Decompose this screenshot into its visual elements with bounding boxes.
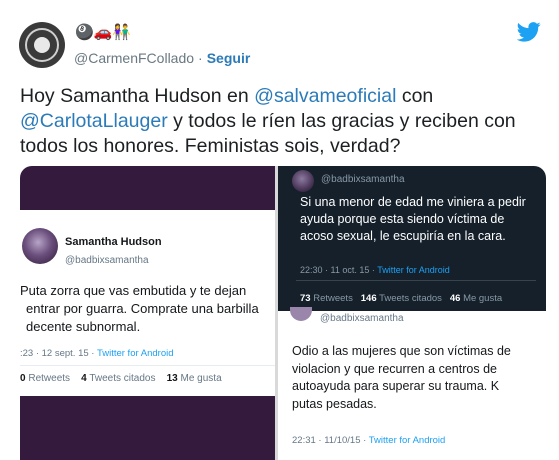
media-grid[interactable]: Samantha Hudson @badbixsamantha Puta zor… — [20, 166, 546, 460]
user-handle[interactable]: @CarmenFCollado — [74, 50, 194, 66]
likes-label: Me gusta — [180, 373, 222, 384]
screenshot-source: Twitter for Android — [96, 348, 174, 359]
tweet-text-part: con — [396, 85, 434, 107]
display-name[interactable]: 🎱🚗👫 — [75, 24, 131, 42]
retweets-count: 0 — [20, 373, 26, 384]
tweet-text-part: Hoy Samantha Hudson en — [20, 85, 255, 107]
screenshot-avatar — [22, 228, 58, 264]
screenshot-timestamp: 22:31 · 11/10/15 · — [292, 435, 369, 446]
embedded-tweet: 🎱🚗👫 @CarmenFCollado · Seguir Hoy Samantha … — [0, 0, 559, 460]
likes-count: 13 — [166, 373, 178, 384]
quotes-label: Tweets citados — [89, 373, 156, 384]
quotes-count: 4 — [81, 373, 87, 384]
handle-row: @CarmenFCollado · Seguir — [74, 49, 250, 67]
retweets-label: Retweets — [28, 373, 71, 384]
screenshot-stats: 0 Retweets 4 Tweets citados 13 Me gusta — [20, 373, 222, 384]
screenshot-meta: 22:30 · 11 oct. 15 · Twitter for Android — [300, 265, 450, 275]
screenshot-timestamp: :23 · 12 sept. 15 · — [20, 348, 97, 359]
divider — [20, 365, 275, 366]
divider — [296, 280, 536, 281]
screenshot-timestamp: 22:30 · 11 oct. 15 · — [300, 265, 378, 275]
tweet-text: Hoy Samantha Hudson en @salvameoficial c… — [20, 84, 545, 159]
screenshot-source: Twitter for Android — [377, 265, 450, 275]
screenshot-avatar — [292, 170, 314, 192]
user-avatar[interactable] — [19, 22, 65, 68]
twitter-bird-icon[interactable] — [517, 22, 541, 42]
media-image-right[interactable]: @badbixsamantha Si una menor de edad me … — [278, 166, 546, 460]
screenshot-display-name: Samantha Hudson — [65, 236, 162, 248]
quotes-count: 146 — [360, 293, 377, 304]
screenshot-meta: :23 · 12 sept. 15 · Twitter for Android — [20, 348, 174, 359]
follow-button[interactable]: Seguir — [207, 50, 251, 66]
screenshot-dark-card: @badbixsamantha Si una menor de edad me … — [278, 166, 546, 311]
screenshot-handle: @badbixsamantha — [65, 255, 149, 266]
screenshot-stats: 73 Retweets 146 Tweets citados 46 Me gus… — [300, 293, 502, 304]
separator-dot: · — [198, 50, 203, 66]
screenshot-tweet-card: Samantha Hudson @badbixsamantha Puta zor… — [20, 210, 275, 396]
retweets-label: Retweets — [313, 293, 353, 304]
screenshot-tweet-text: Odio a las mujeres que son víctimas de v… — [292, 344, 511, 411]
avatar-center — [34, 37, 50, 53]
quotes-label: Tweets citados — [379, 293, 442, 304]
likes-count: 46 — [449, 293, 461, 304]
screenshot-handle: @badbixsamantha — [321, 174, 405, 185]
mention-link[interactable]: @salvameoficial — [254, 85, 396, 107]
screenshot-tweet-text: Si una menor de edad me viniera a pedir … — [300, 195, 526, 243]
screenshot-handle: @badbixsamantha — [320, 313, 404, 324]
retweets-count: 73 — [300, 293, 311, 304]
screenshot-avatar — [290, 307, 312, 321]
likes-label: Me gusta — [463, 293, 503, 304]
screenshot-source: Twitter for Android — [368, 435, 446, 446]
media-image-left[interactable]: Samantha Hudson @badbixsamantha Puta zor… — [20, 166, 275, 460]
screenshot-meta: 22:31 · 11/10/15 · Twitter for Android — [292, 435, 445, 446]
screenshot-bottom-card: @badbixsamantha Odio a las mujeres que s… — [278, 307, 546, 460]
mention-link[interactable]: @CarlotaLlauger — [20, 110, 168, 132]
screenshot-tweet-text: Puta zorra que vas embutida y te dejan e… — [20, 283, 259, 334]
